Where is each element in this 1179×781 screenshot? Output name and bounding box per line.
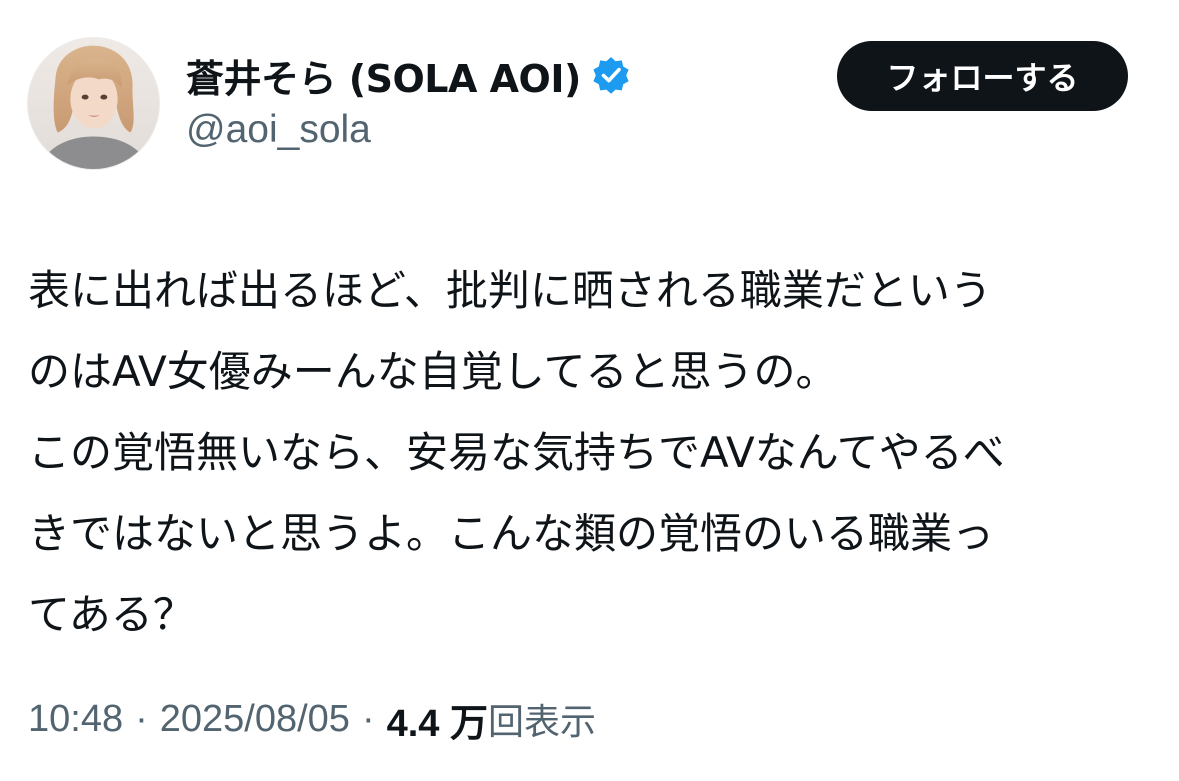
display-name[interactable]: 蒼井そら (SOLA AOI) xyxy=(186,48,631,103)
user-handle[interactable]: @aoi_sola xyxy=(186,108,371,152)
tweet-meta: 10:48 · 2025/08/05 · 4.4 万 回表示 xyxy=(28,692,596,747)
follow-button[interactable]: フォローする xyxy=(837,41,1128,111)
tweet-line: のはAV女優みーんな自覚してると思うの。 xyxy=(28,347,838,396)
tweet-text: 表に出れば出るほど、批判に晒される職業だという のはAV女優みーんな自覚してると… xyxy=(28,250,1153,655)
tweet-line: この覚悟無いなら、安易な気持ちでAVなんてやるべ xyxy=(28,428,1005,477)
profile-photo xyxy=(28,38,159,169)
tweet-date[interactable]: 2025/08/05 xyxy=(160,698,350,741)
verified-badge-icon[interactable] xyxy=(591,55,631,95)
meta-separator: · xyxy=(135,697,148,740)
tweet-line: 表に出れば出るほど、批判に晒される職業だという xyxy=(28,266,992,315)
meta-separator: · xyxy=(361,697,375,740)
avatar[interactable] xyxy=(27,37,160,170)
tweet-line: きではないと思うよ。こんな類の覚悟のいる職業っ xyxy=(28,509,995,558)
views-label[interactable]: 回表示 xyxy=(488,693,596,745)
tweet-line: てある？ xyxy=(28,590,195,639)
display-name-text[interactable]: 蒼井そら (SOLA AOI) xyxy=(186,48,581,103)
views-count[interactable]: 4.4 万 xyxy=(387,692,488,747)
tweet-time[interactable]: 10:48 xyxy=(28,698,123,741)
